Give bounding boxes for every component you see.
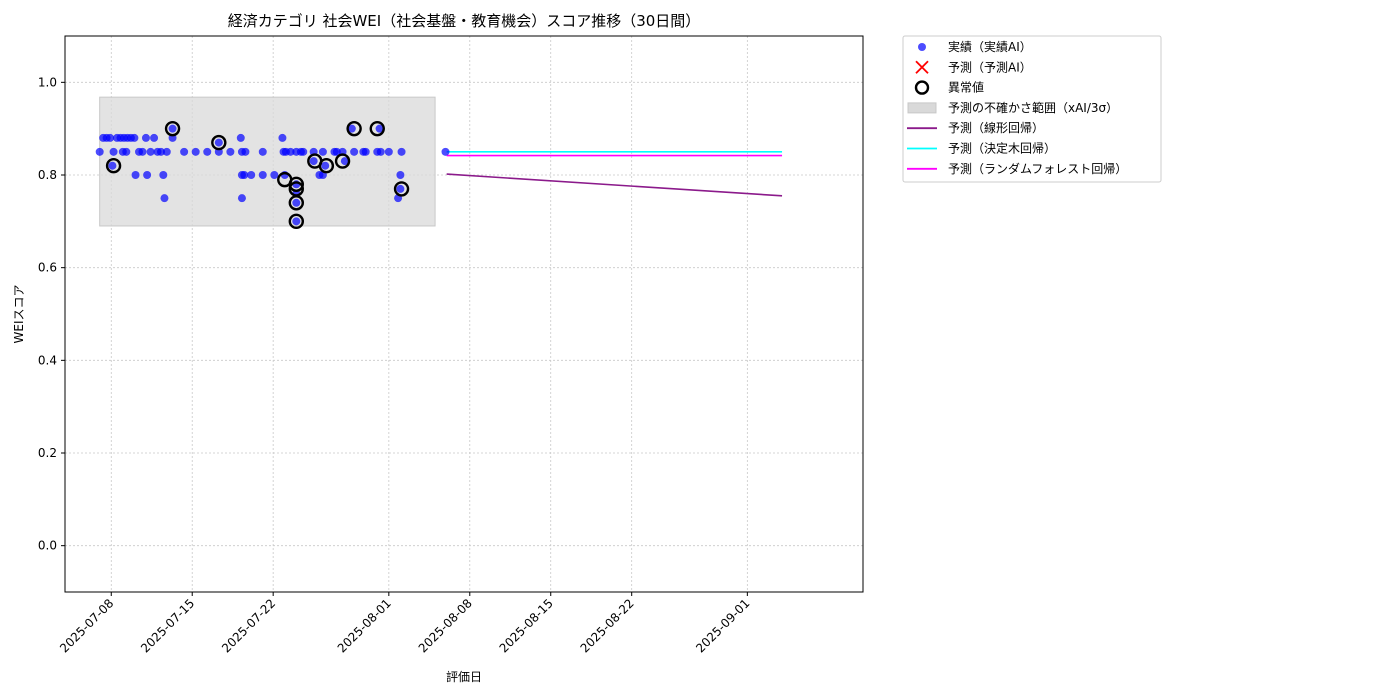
y-tick-label: 0.0 [38, 539, 57, 553]
actual-point [191, 147, 200, 156]
uncertainty-band [99, 96, 436, 227]
y-tick-label: 0.6 [38, 261, 57, 275]
legend-label: 予測（線形回帰） [948, 120, 1044, 135]
uncertainty-band-layer [99, 96, 436, 227]
chart-title: 経済カテゴリ 社会WEI（社会基盤・教育機会）スコア推移（30日間） [228, 12, 701, 30]
y-tick-label: 1.0 [38, 75, 57, 89]
actual-point [396, 171, 405, 179]
actual-point [106, 133, 115, 142]
actual-point [397, 147, 406, 156]
actual-point [108, 161, 117, 170]
actual-point [162, 147, 171, 156]
actual-point [150, 133, 159, 142]
actual-point [159, 171, 168, 179]
actual-point [384, 147, 393, 156]
x-tick-label: 2025-09-01 [693, 596, 752, 655]
actual-point [130, 133, 139, 142]
actual-point [143, 171, 152, 179]
legend-label: 予測（決定木回帰） [948, 141, 1056, 156]
actual-point [292, 217, 301, 226]
legend: 実績（実績AI） 予測（予測AI） 異常値予測の不確かさ範囲（xAI/3σ） 予測（線… [902, 35, 1162, 183]
actual-point [237, 194, 246, 203]
actual-point [168, 124, 177, 133]
actual-point [258, 147, 267, 156]
y-axis-label: WEIスコア [12, 285, 26, 344]
actual-point [441, 147, 450, 156]
actual-point [270, 171, 279, 179]
actual-point [141, 133, 150, 142]
y-axis-ticks: 0.0 0.2 0.4 0.6 0.8 1.0 [38, 75, 65, 553]
x-tick-label: 2025-07-15 [138, 596, 197, 655]
legend-label: 実績（実績AI） [948, 39, 1032, 54]
actual-point [180, 147, 189, 156]
x-axis-label: 評価日 [446, 669, 482, 684]
actual-point [321, 161, 330, 170]
actual-point [138, 147, 147, 156]
actual-point [318, 147, 327, 156]
actual-point [299, 147, 308, 156]
actual-point [146, 147, 155, 156]
x-tick-label: 2025-08-01 [335, 596, 394, 655]
actual-point [226, 147, 235, 156]
y-tick-label: 0.8 [38, 168, 57, 182]
actual-point [309, 157, 318, 166]
legend-label: 予測（予測AI） [948, 60, 1032, 74]
actual-point [278, 133, 287, 142]
legend-label: 予測の不確かさ範囲（xAI/3σ） [948, 100, 1118, 115]
x-tick-label: 2025-07-08 [57, 596, 116, 655]
actual-point [396, 184, 405, 193]
actual-point [247, 171, 256, 179]
actual-point [376, 147, 385, 156]
legend-marker-dot [918, 43, 926, 51]
legend-label: 予測（ランダムフォレスト回帰） [948, 161, 1127, 176]
x-axis-ticks: 2025-07-08 2025-07-15 2025-07-22 2025-08-01… [57, 592, 752, 655]
actual-point [240, 171, 249, 179]
actual-point [236, 133, 245, 142]
actual-point [241, 147, 250, 156]
actual-point [203, 147, 212, 156]
actual-point [258, 171, 267, 179]
actual-point [109, 147, 118, 156]
actual-point [350, 147, 359, 156]
actual-point [361, 147, 370, 156]
x-tick-label: 2025-07-22 [219, 596, 278, 655]
legend-label: 異常値 [948, 80, 984, 95]
y-tick-label: 0.4 [38, 353, 57, 367]
actual-point [131, 171, 140, 179]
actual-point [214, 138, 223, 147]
legend-marker-band [907, 102, 937, 114]
y-tick-label: 0.2 [38, 446, 57, 460]
actual-point [95, 147, 104, 156]
actual-point [122, 147, 131, 156]
x-tick-label: 2025-08-22 [578, 596, 637, 655]
x-tick-label: 2025-08-15 [497, 596, 556, 655]
x-tick-label: 2025-08-08 [416, 596, 475, 655]
actual-point [292, 198, 301, 207]
chart-svg: 経済カテゴリ 社会WEI（社会基盤・教育機会）スコア推移（30日間） 0.00.… [12, 12, 1162, 684]
actual-point [160, 194, 169, 203]
